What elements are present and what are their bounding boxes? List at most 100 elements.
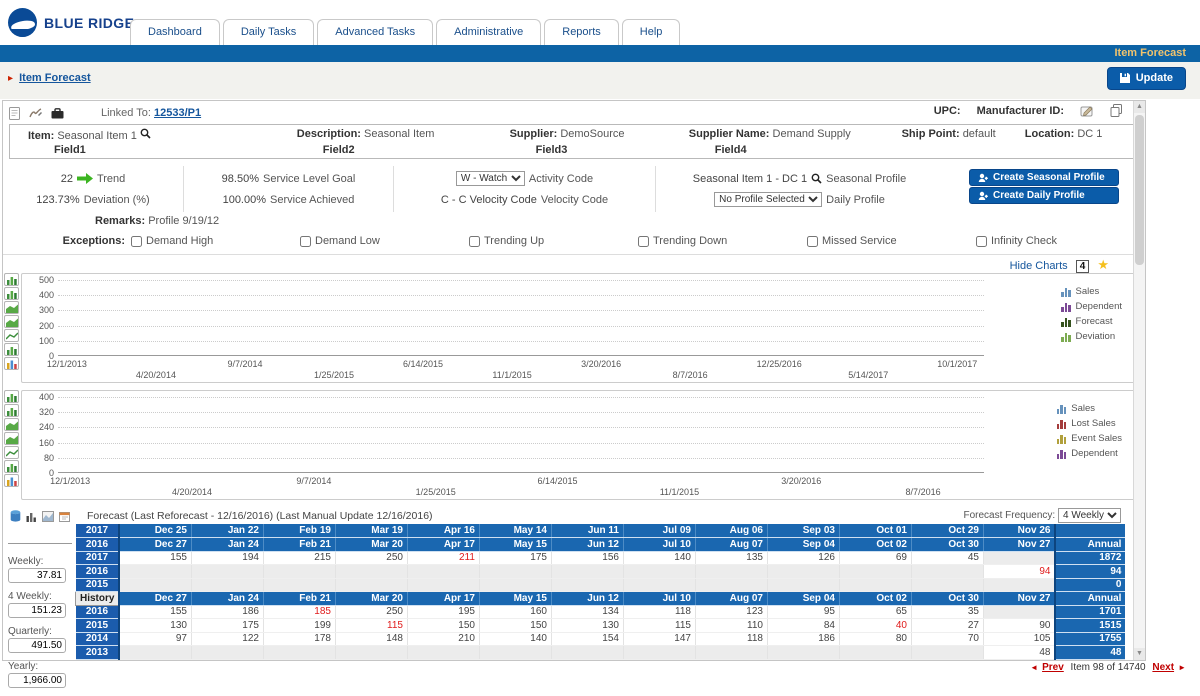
history-value-cell[interactable]: 105	[983, 632, 1055, 646]
forecast-value-cell[interactable]: 250	[335, 551, 407, 565]
forecast-value-cell[interactable]	[695, 565, 767, 579]
daily-profile-select[interactable]: No Profile Selected	[714, 192, 822, 207]
chart-type-bars-icon[interactable]	[4, 287, 19, 300]
forecast-value-cell[interactable]	[407, 578, 479, 592]
exception-checkbox[interactable]	[131, 236, 142, 247]
history-value-cell[interactable]: 195	[407, 605, 479, 619]
forecast-value-cell[interactable]	[767, 565, 839, 579]
chart-type-area-icon[interactable]	[4, 432, 19, 445]
history-value-cell[interactable]: 40	[839, 619, 911, 633]
history-value-cell[interactable]: 155	[119, 605, 191, 619]
history-value-cell[interactable]: 65	[839, 605, 911, 619]
history-value-cell[interactable]: 185	[263, 605, 335, 619]
forecast-value-cell[interactable]	[983, 551, 1055, 565]
copy-icon[interactable]	[1110, 104, 1123, 117]
tab-administrative[interactable]: Administrative	[436, 19, 541, 45]
forecast-value-cell[interactable]	[335, 565, 407, 579]
history-value-cell[interactable]: 175	[191, 619, 263, 633]
forecast-value-cell[interactable]	[191, 578, 263, 592]
tab-daily-tasks[interactable]: Daily Tasks	[223, 19, 314, 45]
update-button[interactable]: Update	[1107, 67, 1186, 90]
notes-page-icon[interactable]	[9, 107, 20, 120]
chart-type-bars-icon[interactable]	[4, 460, 19, 473]
chart-type-bars-icon[interactable]	[4, 343, 19, 356]
forecast-value-cell[interactable]	[263, 578, 335, 592]
forecast-value-cell[interactable]: 69	[839, 551, 911, 565]
forecast-value-cell[interactable]	[407, 565, 479, 579]
history-value-cell[interactable]	[983, 605, 1055, 619]
create-seasonal-profile-button[interactable]: Create Seasonal Profile	[969, 169, 1119, 186]
forecast-value-cell[interactable]	[335, 578, 407, 592]
history-value-cell[interactable]: 84	[767, 619, 839, 633]
chart-type-bars-icon[interactable]	[4, 390, 19, 403]
history-value-cell[interactable]: 186	[767, 632, 839, 646]
history-value-cell[interactable]: 80	[839, 632, 911, 646]
signature-icon[interactable]	[29, 107, 42, 119]
history-value-cell[interactable]	[263, 646, 335, 660]
vertical-scrollbar[interactable]: ▲ ▼	[1133, 101, 1145, 660]
history-value-cell[interactable]: 160	[479, 605, 551, 619]
image-chart-icon[interactable]	[42, 510, 54, 522]
history-value-cell[interactable]: 186	[191, 605, 263, 619]
history-value-cell[interactable]: 90	[983, 619, 1055, 633]
history-value-cell[interactable]: 148	[335, 632, 407, 646]
forecast-value-cell[interactable]: 126	[767, 551, 839, 565]
forecast-frequency-select[interactable]: 4 Weekly	[1058, 508, 1121, 523]
history-value-cell[interactable]	[911, 646, 983, 660]
tab-dashboard[interactable]: Dashboard	[130, 19, 220, 45]
rate-input[interactable]	[8, 638, 66, 653]
forecast-value-cell[interactable]	[839, 565, 911, 579]
history-value-cell[interactable]	[839, 646, 911, 660]
history-value-cell[interactable]	[695, 646, 767, 660]
chart-type-bars-icon[interactable]	[4, 404, 19, 417]
chart-type-cols-icon[interactable]	[4, 474, 19, 487]
exception-checkbox[interactable]	[976, 236, 987, 247]
hide-charts-link[interactable]: Hide Charts	[1010, 260, 1068, 272]
next-item-link[interactable]: Next	[1152, 662, 1174, 673]
exception-checkbox[interactable]	[638, 236, 649, 247]
edit-notes-icon[interactable]	[1080, 104, 1094, 117]
forecast-value-cell[interactable]	[911, 565, 983, 579]
forecast-value-cell[interactable]	[191, 565, 263, 579]
scrollbar-thumb[interactable]	[1135, 115, 1144, 265]
history-value-cell[interactable]: 97	[119, 632, 191, 646]
calendar-icon[interactable]	[59, 510, 70, 522]
history-value-cell[interactable]	[767, 646, 839, 660]
create-daily-profile-button[interactable]: Create Daily Profile	[969, 187, 1119, 204]
briefcase-icon[interactable]	[51, 108, 64, 119]
forecast-value-cell[interactable]	[119, 565, 191, 579]
history-value-cell[interactable]	[119, 646, 191, 660]
chart-type-area-icon[interactable]	[4, 315, 19, 328]
rate-input[interactable]	[8, 603, 66, 618]
forecast-value-cell[interactable]	[551, 578, 623, 592]
history-value-cell[interactable]: 118	[695, 632, 767, 646]
prev-item-link[interactable]: Prev	[1042, 662, 1064, 673]
history-value-cell[interactable]: 95	[767, 605, 839, 619]
history-value-cell[interactable]: 210	[407, 632, 479, 646]
forecast-value-cell[interactable]: 94	[983, 565, 1055, 579]
history-value-cell[interactable]: 134	[551, 605, 623, 619]
history-value-cell[interactable]: 154	[551, 632, 623, 646]
history-value-cell[interactable]: 130	[119, 619, 191, 633]
history-value-cell[interactable]: 250	[335, 605, 407, 619]
forecast-value-cell[interactable]: 155	[119, 551, 191, 565]
history-value-cell[interactable]: 48	[983, 646, 1055, 660]
forecast-value-cell[interactable]	[479, 565, 551, 579]
history-value-cell[interactable]: 110	[695, 619, 767, 633]
scroll-down-arrow[interactable]: ▼	[1134, 648, 1145, 660]
history-value-cell[interactable]: 130	[551, 619, 623, 633]
linked-to-link[interactable]: 12533/P1	[154, 107, 201, 119]
exception-checkbox[interactable]	[469, 236, 480, 247]
tab-advanced-tasks[interactable]: Advanced Tasks	[317, 19, 433, 45]
forecast-value-cell[interactable]: 45	[911, 551, 983, 565]
tab-help[interactable]: Help	[622, 19, 681, 45]
activity-code-select[interactable]: W - Watch	[456, 171, 525, 186]
history-value-cell[interactable]	[191, 646, 263, 660]
favorite-star-icon[interactable]: ★	[1097, 257, 1109, 272]
exception-checkbox[interactable]	[807, 236, 818, 247]
history-value-cell[interactable]	[623, 646, 695, 660]
history-value-cell[interactable]: 123	[695, 605, 767, 619]
bar-chart-icon[interactable]	[26, 510, 37, 522]
forecast-value-cell[interactable]: 175	[479, 551, 551, 565]
forecast-value-cell[interactable]	[551, 565, 623, 579]
